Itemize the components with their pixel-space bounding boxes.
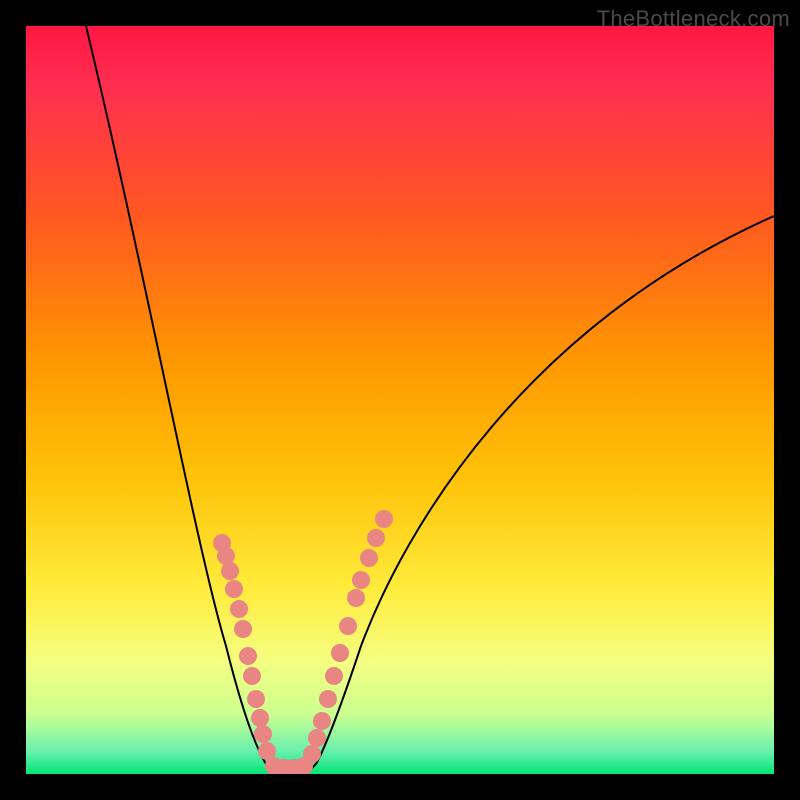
data-dot: [230, 600, 248, 618]
watermark: TheBottleneck.com: [597, 6, 790, 32]
data-dot: [331, 644, 349, 662]
data-dot: [295, 757, 313, 774]
data-dot: [239, 647, 257, 665]
data-dot: [319, 690, 337, 708]
data-dot: [234, 620, 252, 638]
data-dot: [265, 757, 283, 774]
data-dot: [247, 690, 265, 708]
data-dot: [258, 742, 276, 760]
data-dot: [221, 562, 239, 580]
data-dot: [352, 571, 370, 589]
data-dot: [375, 510, 393, 528]
data-dot: [254, 725, 272, 743]
data-dot: [285, 759, 303, 774]
data-dot: [347, 589, 365, 607]
curve-right: [306, 216, 774, 774]
data-dot: [325, 667, 343, 685]
data-dot: [243, 667, 261, 685]
data-dot: [275, 759, 293, 774]
data-dot: [367, 529, 385, 547]
data-dot: [251, 709, 269, 727]
data-dot: [303, 745, 321, 763]
data-dot: [225, 580, 243, 598]
data-dot: [313, 712, 331, 730]
data-dot: [360, 549, 378, 567]
data-dot: [339, 617, 357, 635]
chart-area: [26, 26, 774, 774]
curve-left: [86, 26, 276, 774]
data-dot: [308, 729, 326, 747]
data-dot: [213, 534, 231, 552]
data-dots: [213, 510, 393, 774]
chart-svg: [26, 26, 774, 774]
data-dot: [217, 547, 235, 565]
